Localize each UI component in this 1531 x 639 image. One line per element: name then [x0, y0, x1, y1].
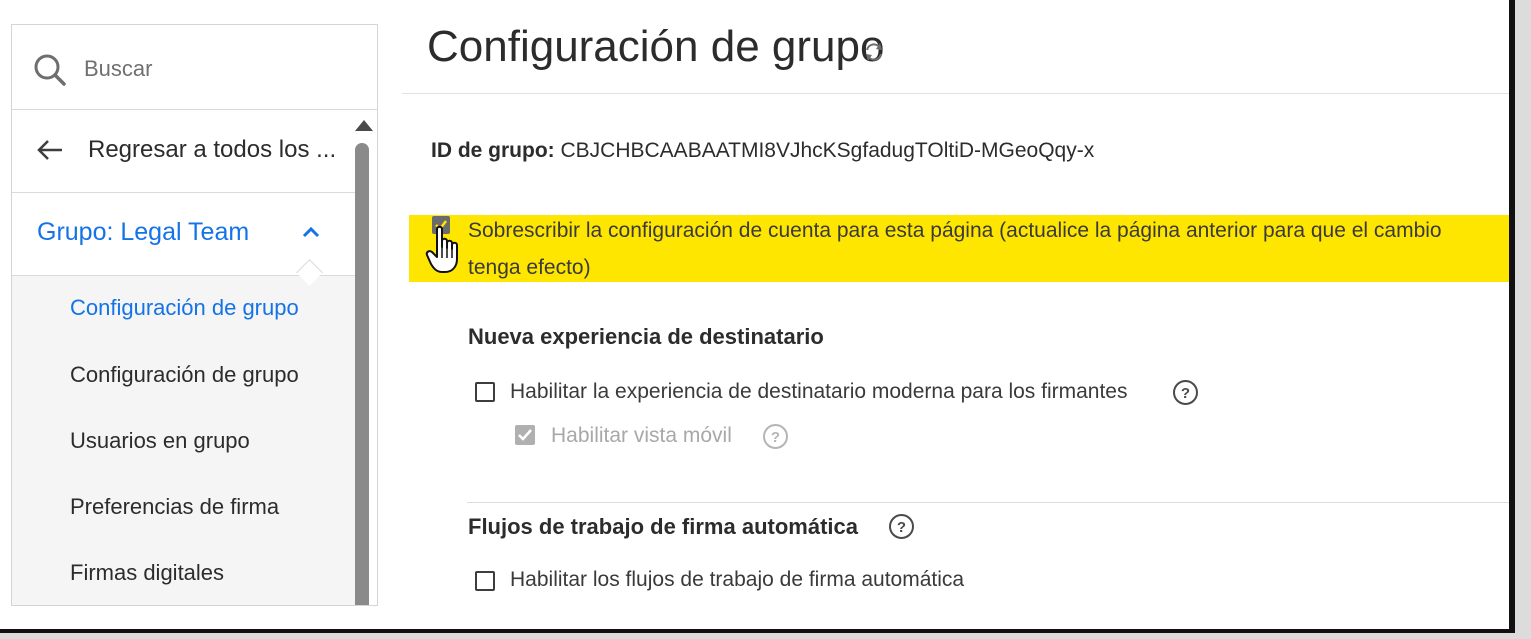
auto-sign-label: Habilitar los flujos de trabajo de firma…: [510, 568, 965, 591]
svg-text:?: ?: [1181, 385, 1190, 402]
scroll-up-arrow-icon[interactable]: [354, 119, 374, 133]
override-label: Sobrescribir la configuración de cuenta …: [468, 219, 1442, 279]
group-id-label: ID de grupo:: [431, 139, 555, 162]
group-id: ID de grupo: CBJCHBCAABAATMI8VJhcKSgfadu…: [431, 139, 1094, 163]
window-shadow-bottom: [0, 633, 1531, 639]
section-heading-recipient-experience: Nueva experiencia de destinatario: [468, 324, 824, 349]
back-to-all-link[interactable]: Regresar a todos los ...: [12, 110, 357, 193]
sidebar-item-digital-signatures[interactable]: Firmas digitales: [70, 560, 224, 586]
mobile-view-label: Habilitar vista móvil: [551, 424, 732, 447]
group-id-value: CBJCHBCAABAATMI8VJhcKSgfadugTOltiD-MGeoQ…: [560, 139, 1095, 162]
modern-experience-label: Habilitar la experiencia de destinatario…: [510, 380, 1128, 403]
sidebar: Regresar a todos los ... Grupo: Legal Te…: [11, 24, 378, 606]
section-heading-auto-sign: Flujos de trabajo de firma automática: [468, 514, 858, 539]
sidebar-scrollbar[interactable]: [355, 143, 369, 605]
mobile-view-checkbox[interactable]: [515, 425, 535, 445]
sidebar-item-users-in-group[interactable]: Usuarios en grupo: [70, 428, 250, 454]
modern-experience-checkbox[interactable]: [475, 382, 495, 402]
checkmark-icon: [518, 429, 532, 441]
sidebar-item-group-settings[interactable]: Configuración de grupo: [70, 295, 299, 321]
auto-sign-checkbox[interactable]: [475, 571, 495, 591]
hand-pointer-icon: [425, 225, 458, 273]
back-link-label: Regresar a todos los ...: [88, 136, 337, 163]
search-bar: [12, 25, 377, 110]
help-icon[interactable]: ?: [888, 513, 915, 540]
help-icon[interactable]: ?: [762, 423, 789, 450]
title-divider: [402, 93, 1509, 94]
search-icon: [34, 54, 66, 86]
page-title: Configuración de grupo: [427, 22, 885, 71]
sidebar-item-signing-preferences[interactable]: Preferencias de firma: [70, 494, 279, 520]
arrow-left-icon: [37, 140, 62, 160]
window-shadow: [1515, 0, 1531, 639]
refresh-icon[interactable]: [863, 41, 885, 63]
search-input[interactable]: [82, 53, 346, 85]
chevron-up-icon[interactable]: [301, 225, 321, 239]
help-icon[interactable]: ?: [1172, 379, 1199, 406]
section-divider: [467, 502, 1509, 503]
group-subnav: Configuración de grupo Configuración de …: [12, 276, 357, 605]
group-label: Grupo: Legal Team: [37, 218, 250, 246]
svg-text:?: ?: [771, 429, 780, 446]
svg-text:?: ?: [897, 519, 906, 536]
sidebar-item-group-settings-2[interactable]: Configuración de grupo: [70, 362, 299, 388]
